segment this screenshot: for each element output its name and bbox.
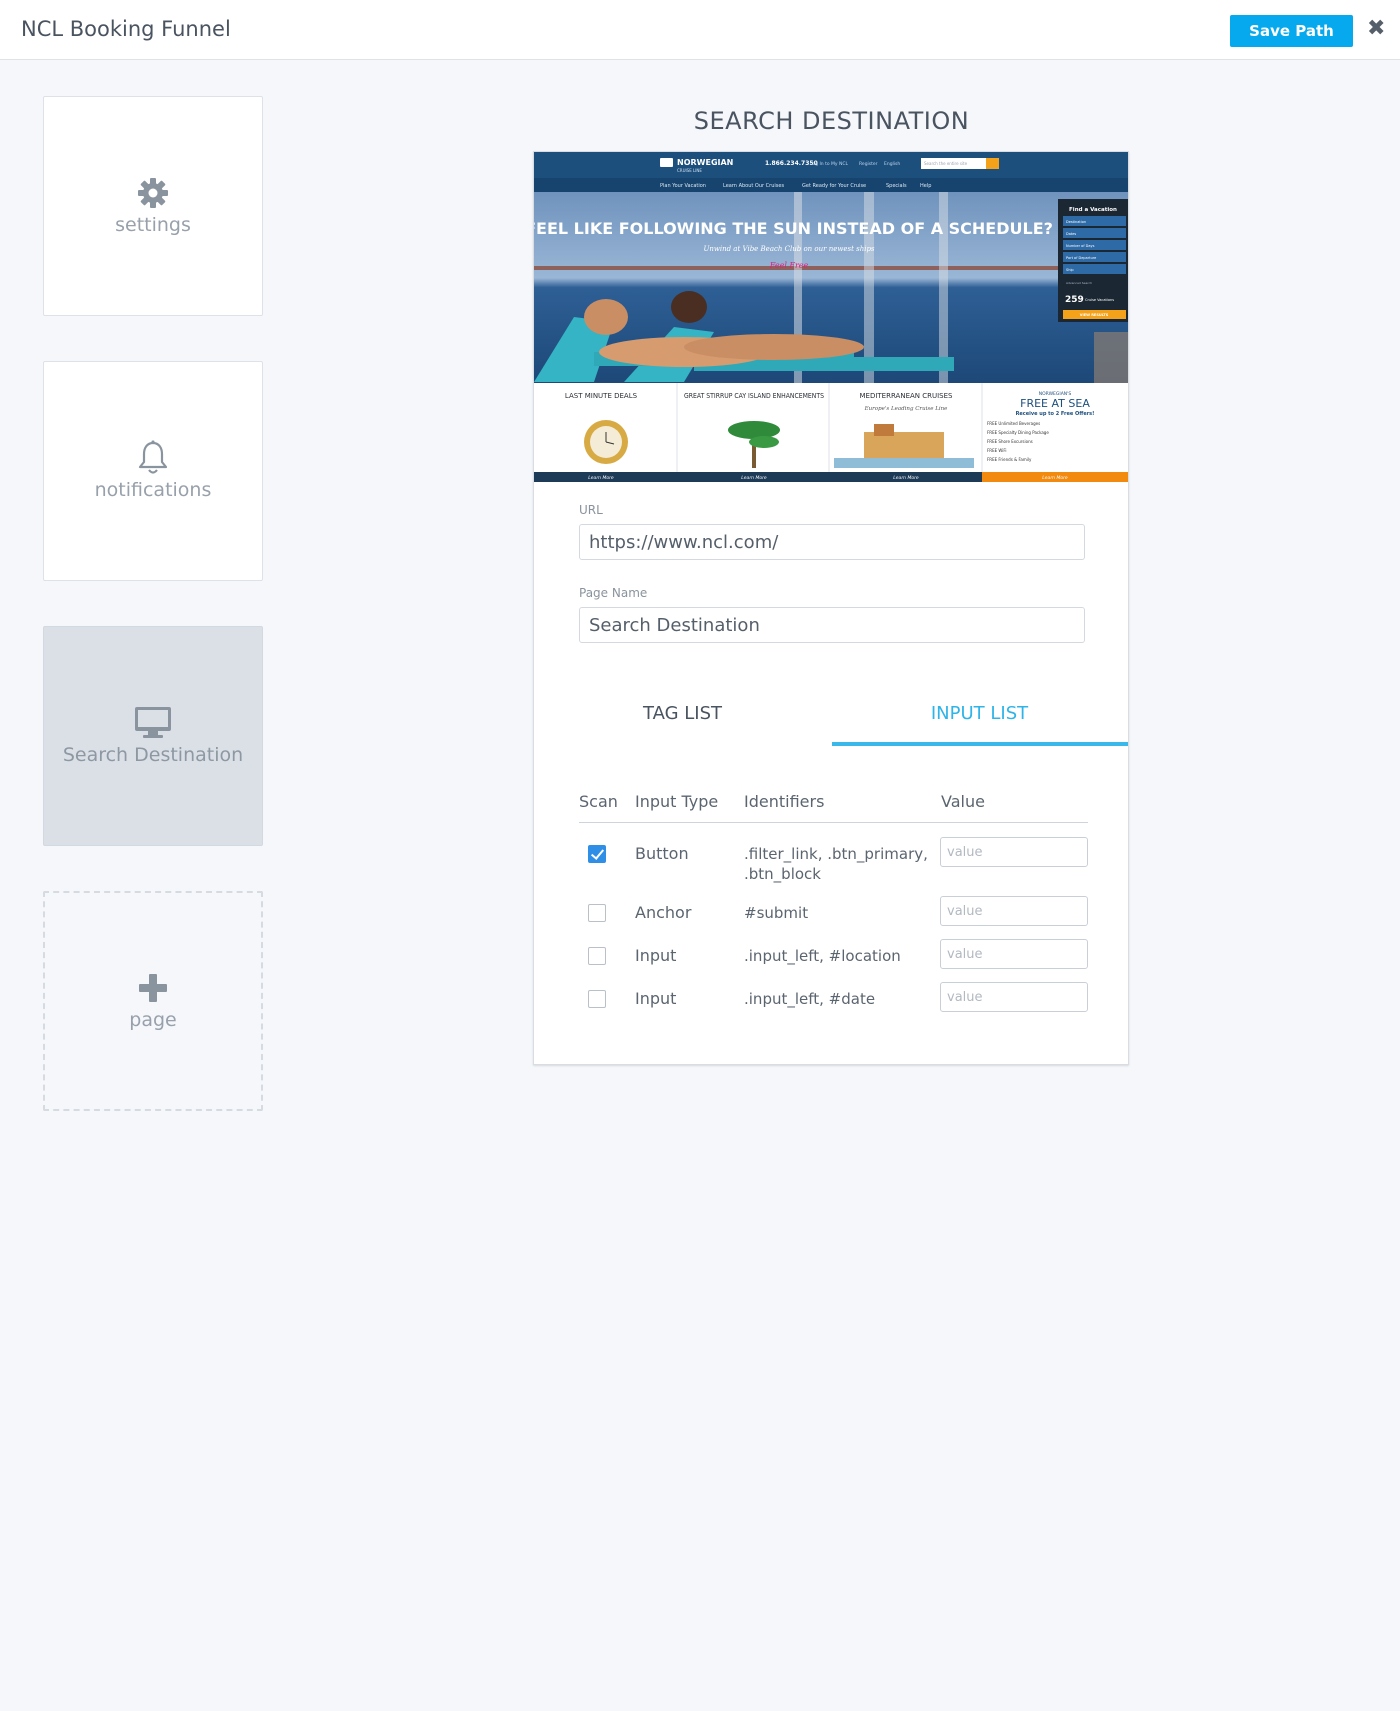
page-screenshot: NORWEGIAN CRUISE LINE 1.866.234.7350 Log… xyxy=(534,152,1128,482)
identifiers-cell: #submit xyxy=(744,904,809,922)
save-path-button[interactable]: Save Path xyxy=(1230,15,1353,47)
ncl-promo-title: GREAT STIRRUP CAY ISLAND ENHANCEMENTS xyxy=(684,392,824,400)
ncl-search-placeholder: Search the entire site xyxy=(924,161,968,166)
active-tab-indicator xyxy=(832,742,1128,746)
ncl-finder-count: 259 xyxy=(1065,295,1084,305)
table-header-divider xyxy=(579,822,1088,823)
url-label: URL xyxy=(579,503,603,517)
top-bar: NCL Booking Funnel Save Path ✖ xyxy=(0,0,1400,60)
ncl-promo-title: LAST MINUTE DEALS xyxy=(565,392,638,400)
ncl-subnav-link: Help xyxy=(920,183,931,189)
ncl-free-item: FREE Unlimited Beverages xyxy=(987,421,1040,426)
ncl-logo-sub: CRUISE LINE xyxy=(677,168,702,173)
app-title: NCL Booking Funnel xyxy=(21,17,231,41)
input-type-cell: Input xyxy=(635,989,677,1008)
ncl-subnav-link: Learn About Our Cruises xyxy=(723,183,784,189)
ncl-subnav-link: Plan Your Vacation xyxy=(660,183,706,189)
identifiers-cell: .filter_link, .btn_primary, xyxy=(744,845,928,863)
page-title: SEARCH DESTINATION xyxy=(693,107,970,135)
column-header-input-type: Input Type xyxy=(635,792,719,811)
page-name-label: Page Name xyxy=(579,586,648,600)
ncl-finder-row: Dates xyxy=(1066,232,1076,236)
sidebar-item-search-destination[interactable]: Search Destination xyxy=(43,626,263,846)
ncl-learn-more: Learn More xyxy=(588,475,614,481)
ncl-promo-sub: Receive up to 2 Free Offers! xyxy=(1016,411,1095,417)
tab-tag-list[interactable]: TAG LIST xyxy=(534,679,831,749)
column-header-value: Value xyxy=(941,792,985,811)
value-input[interactable] xyxy=(940,982,1088,1012)
ncl-learn-more: Learn More xyxy=(741,475,767,481)
ncl-free-item: FREE Specialty Dining Package xyxy=(987,430,1049,435)
input-type-cell: Anchor xyxy=(635,903,692,922)
ncl-finder-advanced: Advanced Search xyxy=(1066,281,1092,285)
sidebar-item-settings[interactable]: settings xyxy=(43,96,263,316)
ncl-free-item: FREE WiFi xyxy=(987,448,1007,453)
ncl-logo-text: NORWEGIAN xyxy=(677,158,733,167)
ncl-hero-title: FEEL LIKE FOLLOWING THE SUN INSTEAD OF A… xyxy=(534,219,1053,238)
scan-checkbox[interactable] xyxy=(588,845,606,863)
ncl-logo-icon xyxy=(660,158,673,167)
identifiers-cell: .input_left, #date xyxy=(744,990,876,1008)
ncl-learn-more: Learn More xyxy=(1042,475,1068,481)
url-input[interactable] xyxy=(579,524,1085,560)
ncl-finder-row: Port of Departure xyxy=(1066,256,1096,260)
ncl-promo-title: MEDITERRANEAN CRUISES xyxy=(859,392,953,400)
identifiers-cell-continued: .btn_block xyxy=(744,865,821,883)
page-name-input[interactable] xyxy=(579,607,1085,643)
sidebar-item-label: notifications xyxy=(94,479,212,501)
ncl-nav-login: Log In to My NCL xyxy=(810,161,849,167)
page-panel: NORWEGIAN CRUISE LINE 1.866.234.7350 Log… xyxy=(533,151,1129,1065)
scan-checkbox[interactable] xyxy=(588,947,606,965)
value-input[interactable] xyxy=(940,939,1088,969)
ncl-hero-script: Feel Free xyxy=(769,261,809,270)
scan-checkbox[interactable] xyxy=(588,904,606,922)
ncl-learn-more: Learn More xyxy=(893,475,919,481)
ncl-promo-title: FREE AT SEA xyxy=(1020,397,1090,410)
ncl-finder-row: Number of Days xyxy=(1066,244,1095,248)
gear-icon xyxy=(137,176,169,210)
column-header-scan: Scan xyxy=(579,792,618,811)
sidebar-item-label: settings xyxy=(115,214,191,236)
ncl-hero-subtitle: Unwind at Vibe Beach Club on our newest … xyxy=(703,245,874,253)
ncl-free-item: FREE Friends & Family xyxy=(987,457,1032,462)
ncl-promo-sub: Europe's Leading Cruise Line xyxy=(864,406,949,412)
scan-checkbox[interactable] xyxy=(588,990,606,1008)
ncl-finder-row: Ship xyxy=(1066,268,1074,272)
bell-icon xyxy=(136,440,170,475)
ncl-subnav-link: Specials xyxy=(886,183,907,189)
ncl-finder-row: Destination xyxy=(1066,220,1086,224)
input-type-cell: Button xyxy=(635,844,689,863)
add-page-button[interactable]: page xyxy=(43,891,263,1111)
ncl-finder-button: VIEW RESULTS xyxy=(1080,313,1109,317)
sidebar-item-label: page xyxy=(129,1009,177,1031)
input-type-cell: Input xyxy=(635,946,677,965)
identifiers-cell: .input_left, #location xyxy=(744,947,901,965)
ncl-finder-title: Find a Vacation xyxy=(1069,207,1117,213)
value-input[interactable] xyxy=(940,837,1088,867)
ncl-free-item: FREE Shore Excursions xyxy=(987,439,1033,444)
plus-icon xyxy=(138,971,168,1005)
close-icon[interactable]: ✖ xyxy=(1367,18,1385,40)
ncl-nav-language: English xyxy=(884,161,900,167)
value-input[interactable] xyxy=(940,896,1088,926)
tab-input-list[interactable]: INPUT LIST xyxy=(831,679,1128,749)
ncl-search-button xyxy=(986,158,999,169)
column-header-identifiers: Identifiers xyxy=(744,792,825,811)
ncl-nav-register: Register xyxy=(859,161,878,167)
sidebar-item-label: Search Destination xyxy=(62,744,244,766)
ncl-finder-count-label: Cruise Vacations xyxy=(1085,298,1114,302)
sidebar-item-notifications[interactable]: notifications xyxy=(43,361,263,581)
ncl-subnav-link: Get Ready for Your Cruise xyxy=(802,183,866,189)
monitor-icon xyxy=(134,706,172,740)
